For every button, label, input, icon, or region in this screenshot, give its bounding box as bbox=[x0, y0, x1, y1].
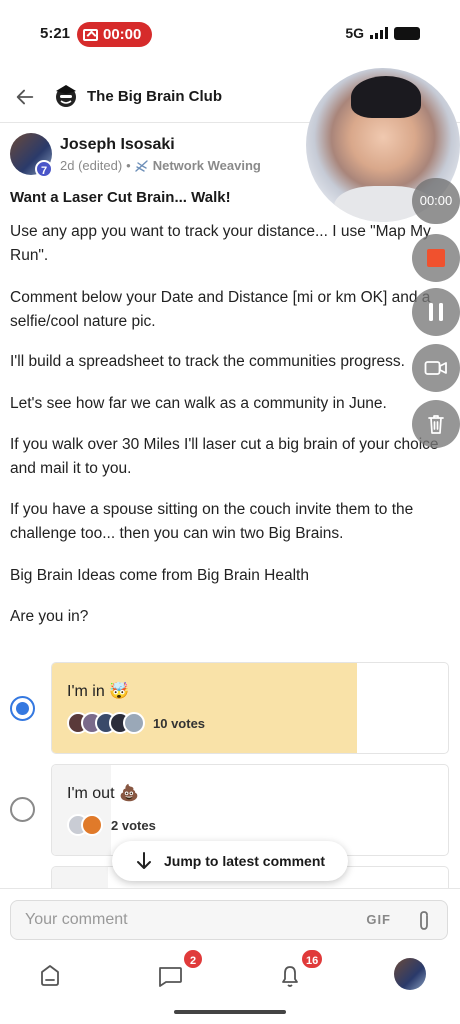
video-camera-icon bbox=[424, 361, 447, 375]
profile-avatar bbox=[394, 958, 426, 990]
battery-icon bbox=[394, 26, 420, 40]
nav-notifications[interactable]: 16 bbox=[270, 948, 325, 992]
stop-icon bbox=[427, 249, 445, 267]
camera-preview-person bbox=[351, 76, 421, 118]
post-title: Want a Laser Cut Brain... Walk! bbox=[10, 189, 231, 206]
home-indicator[interactable] bbox=[174, 1010, 286, 1014]
author-name[interactable]: Joseph Isosaki bbox=[60, 136, 175, 154]
post-paragraph: Let's see how far we can walk as a commu… bbox=[10, 395, 387, 412]
comment-bar: GIF bbox=[0, 888, 460, 1024]
signal-icon bbox=[370, 27, 388, 39]
nav-chat[interactable]: 2 bbox=[150, 948, 204, 992]
meta-separator: • bbox=[126, 158, 131, 173]
poll-voters[interactable]: 10 votes bbox=[67, 712, 205, 734]
poll-vote-count: 2 votes bbox=[111, 817, 156, 833]
poll-radio-out[interactable] bbox=[10, 797, 35, 822]
post-paragraph: If you have a spouse sitting on the couc… bbox=[10, 501, 414, 542]
comment-input-box[interactable]: GIF bbox=[10, 900, 448, 940]
voter-avatar bbox=[123, 712, 145, 734]
network-weaving-icon bbox=[135, 159, 148, 172]
poll-option-label: I'm in 🤯 bbox=[67, 683, 130, 700]
status-bar: 5:21 00:00 5G bbox=[0, 0, 460, 68]
status-indicators: 5G bbox=[345, 25, 420, 41]
nav-home[interactable] bbox=[30, 958, 70, 992]
pause-icon bbox=[429, 303, 443, 321]
post-paragraph: Use any app you want to track your dista… bbox=[10, 223, 431, 264]
post-paragraph: Big Brain Ideas come from Big Brain Heal… bbox=[10, 567, 309, 584]
notifications-badge: 16 bbox=[300, 948, 325, 970]
recording-timer: 00:00 bbox=[412, 178, 460, 224]
club-logo-icon[interactable] bbox=[52, 82, 80, 110]
delete-recording-button[interactable] bbox=[412, 400, 460, 448]
voter-avatar bbox=[81, 814, 103, 836]
pause-recording-button[interactable] bbox=[412, 288, 460, 336]
poll-radio-in[interactable] bbox=[10, 696, 35, 721]
author-level-badge: 7 bbox=[35, 160, 53, 178]
nav-profile[interactable] bbox=[392, 958, 432, 992]
home-icon bbox=[41, 965, 59, 986]
network-label: 5G bbox=[345, 25, 364, 41]
poll-voters[interactable]: 2 votes bbox=[67, 814, 156, 836]
poll-vote-count: 10 votes bbox=[153, 715, 206, 731]
jump-to-latest-comment-button[interactable]: Jump to latest comment bbox=[112, 841, 348, 881]
post-paragraph: I'll build a spreadsheet to track the co… bbox=[10, 353, 405, 370]
gif-button[interactable]: GIF bbox=[366, 912, 391, 927]
poll-option-label: I'm out 💩 bbox=[67, 785, 139, 802]
poll-result-bar bbox=[52, 663, 357, 753]
camera-toggle-button[interactable] bbox=[412, 344, 460, 392]
poll-result-bar bbox=[52, 765, 112, 855]
post-paragraph: Are you in? bbox=[10, 608, 89, 625]
screen-recording-timer: 00:00 bbox=[103, 26, 142, 43]
post-paragraph: If you walk over 30 Miles I'll laser cut… bbox=[10, 436, 439, 477]
back-arrow-icon[interactable] bbox=[14, 86, 36, 108]
post-category[interactable]: Network Weaving bbox=[153, 158, 261, 173]
club-name[interactable]: The Big Brain Club bbox=[87, 88, 222, 105]
poll-option-in[interactable]: I'm in 🤯 10 votes bbox=[51, 662, 449, 754]
paperclip-icon[interactable] bbox=[415, 910, 433, 932]
screen-record-icon bbox=[83, 28, 98, 41]
stop-recording-button[interactable] bbox=[412, 234, 460, 282]
post-paragraph: Comment below your Date and Distance [mi… bbox=[10, 289, 431, 330]
post-age: 2d (edited) bbox=[60, 158, 123, 173]
jump-button-label: Jump to latest comment bbox=[164, 853, 326, 869]
post-meta: 2d (edited) • Network Weaving bbox=[60, 158, 261, 173]
comment-input[interactable] bbox=[11, 901, 351, 939]
chat-badge: 2 bbox=[182, 948, 204, 970]
arrow-down-icon bbox=[137, 852, 151, 869]
status-time: 5:21 bbox=[40, 25, 71, 42]
trash-icon bbox=[428, 415, 444, 434]
screen-recording-pill[interactable]: 00:00 bbox=[77, 22, 152, 47]
